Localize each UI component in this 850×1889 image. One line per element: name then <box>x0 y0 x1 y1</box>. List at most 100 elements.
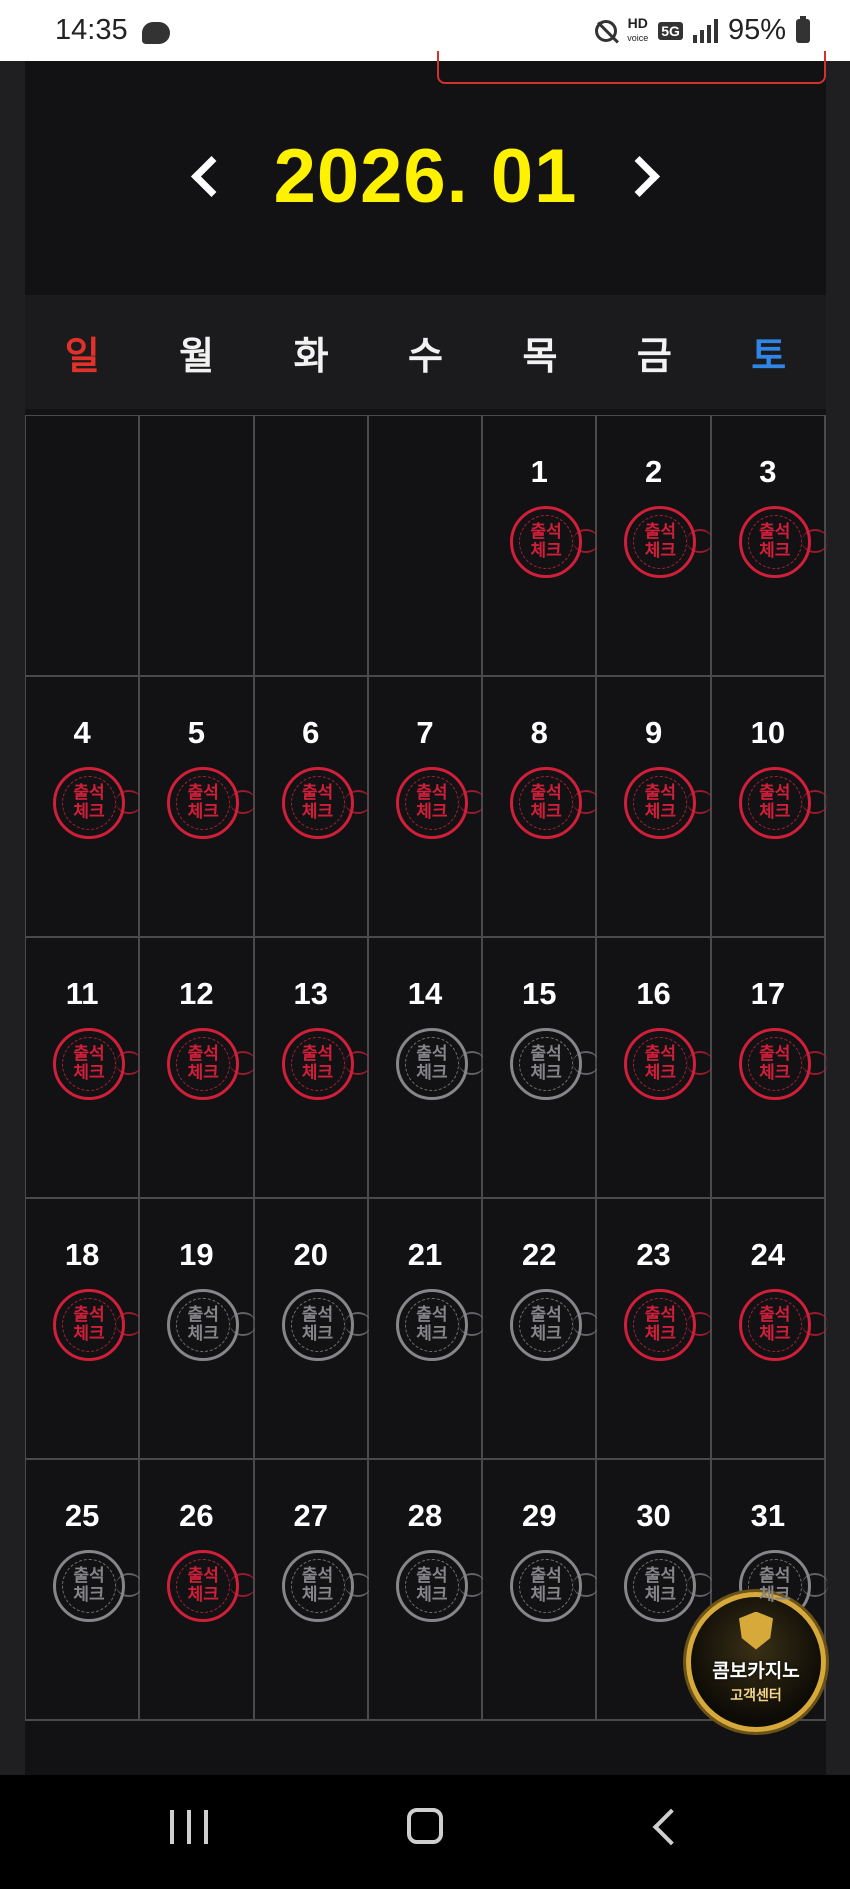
calendar-day-16[interactable]: 16 출석 체크 <box>597 938 714 1199</box>
stamp-text-top: 출석 <box>759 522 791 542</box>
calendar-day-29[interactable]: 29 출석 체크 <box>483 1460 600 1721</box>
calendar-day-25[interactable]: 25 출석 체크 <box>26 1460 142 1721</box>
day-number: 8 <box>530 715 548 750</box>
calendar-day-17[interactable]: 17 출석 체크 <box>711 938 828 1199</box>
stamp-text-bottom: 체크 <box>644 541 677 561</box>
attendance-stamp-checked-icon: 출석 체크 <box>53 1028 142 1100</box>
attendance-stamp-unchecked-icon: 출석 체크 <box>510 1289 600 1361</box>
stamp-text-bottom: 체크 <box>301 1324 334 1344</box>
stamp-text-top: 출석 <box>73 1305 105 1325</box>
calendar-day-8[interactable]: 8 출석 체크 <box>483 677 600 938</box>
stamp-text-top: 출석 <box>530 1044 562 1064</box>
day-number: 6 <box>302 715 320 750</box>
calendar-day-24[interactable]: 24 출석 체크 <box>711 1199 828 1460</box>
stamp-text-top: 출석 <box>187 1044 219 1064</box>
calendar-grid: 1 출석 체크 2 출석 체크 3 출석 체크 4 출석 체크 5 출석 체크 6 출석 체크 7 출석 체크 8 출석 체크… <box>25 415 828 1721</box>
attendance-stamp-checked-icon: 출석 체크 <box>510 767 600 839</box>
calendar-day-28[interactable]: 28 출석 체크 <box>368 1460 485 1721</box>
day-number: 12 <box>179 976 214 1011</box>
calendar-day-26[interactable]: 26 출석 체크 <box>140 1460 257 1721</box>
calendar-day-5[interactable]: 5 출석 체크 <box>140 677 257 938</box>
attendance-calendar: 2026. 01 일 월 화 수 목 금 토 1 출석 체크 2 출석 체크 3 출석 체크 4 출… <box>25 51 828 1775</box>
calendar-day-10[interactable]: 10 출석 체크 <box>711 677 828 938</box>
attendance-stamp-checked-icon: 출석 체크 <box>167 767 257 839</box>
calendar-day-19[interactable]: 19 출석 체크 <box>140 1199 257 1460</box>
stamp-text-top: 출석 <box>530 783 562 803</box>
calendar-day-13[interactable]: 13 출석 체크 <box>254 938 371 1199</box>
recents-icon[interactable] <box>170 1810 208 1844</box>
stamp-text-bottom: 체크 <box>187 1063 219 1083</box>
battery-percent: 95% <box>727 14 786 46</box>
calendar-day-11[interactable]: 11 출석 체크 <box>26 938 142 1199</box>
day-number: 10 <box>750 715 786 750</box>
stamp-text-bottom: 체크 <box>416 1585 448 1605</box>
attendance-stamp-checked-icon: 출석 체크 <box>624 506 714 578</box>
calendar-day-12[interactable]: 12 출석 체크 <box>140 938 257 1199</box>
stamp-text-top: 출석 <box>644 783 677 803</box>
home-icon[interactable] <box>407 1808 443 1844</box>
prev-month-chevron-icon[interactable] <box>190 155 232 197</box>
attendance-stamp-checked-icon: 출석 체크 <box>510 506 600 578</box>
stamp-text-bottom: 체크 <box>73 1063 105 1083</box>
customer-center-badge[interactable]: 콤보카지노 고객센터 <box>686 1592 826 1732</box>
attendance-stamp-checked-icon: 출석 체크 <box>395 767 485 839</box>
stamp-text-top: 출석 <box>530 522 562 542</box>
stamp-text-top: 출석 <box>73 1566 105 1586</box>
weekday-sun: 일 <box>64 333 100 378</box>
badge-subtitle: 고객센터 <box>730 1687 782 1704</box>
day-number: 26 <box>179 1498 214 1533</box>
calendar-day-1[interactable]: 1 출석 체크 <box>483 416 600 677</box>
stamp-text-top: 출석 <box>187 1566 219 1586</box>
weekday-tue: 화 <box>293 333 329 378</box>
calendar-day-14[interactable]: 14 출석 체크 <box>368 938 485 1199</box>
stamp-text-top: 출석 <box>530 1305 562 1325</box>
stamp-text-top: 출석 <box>301 783 334 803</box>
weekday-sat: 토 <box>751 333 787 378</box>
day-number: 24 <box>750 1237 786 1272</box>
stamp-text-top: 출석 <box>187 783 219 803</box>
day-number: 31 <box>750 1498 786 1533</box>
stamp-text-top: 출석 <box>301 1566 334 1586</box>
calendar-empty-cell <box>140 416 255 677</box>
calendar-day-21[interactable]: 21 출석 체크 <box>368 1199 485 1460</box>
chat-notification-icon <box>142 22 170 44</box>
calendar-day-23[interactable]: 23 출석 체크 <box>597 1199 714 1460</box>
calendar-day-9[interactable]: 9 출석 체크 <box>597 677 714 938</box>
calendar-day-22[interactable]: 22 출석 체크 <box>483 1199 600 1460</box>
hd-voice-icon: HD voice <box>627 14 649 43</box>
stamp-text-bottom: 체크 <box>416 1324 448 1344</box>
calendar-day-6[interactable]: 6 출석 체크 <box>254 677 371 938</box>
calendar-day-7[interactable]: 7 출석 체크 <box>368 677 485 938</box>
calendar-day-3[interactable]: 3 출석 체크 <box>711 416 828 677</box>
day-number: 9 <box>644 715 663 750</box>
calendar-day-4[interactable]: 4 출석 체크 <box>26 677 142 938</box>
attendance-stamp-checked-icon: 출석 체크 <box>167 1028 257 1100</box>
stamp-text-bottom: 체크 <box>759 1585 791 1605</box>
attendance-stamp-checked-icon: 출석 체크 <box>738 1289 828 1361</box>
attendance-stamp-checked-icon: 출석 체크 <box>53 1289 142 1361</box>
stamp-text-bottom: 체크 <box>644 802 677 822</box>
stamp-text-bottom: 체크 <box>187 802 219 822</box>
calendar-day-15[interactable]: 15 출석 체크 <box>483 938 600 1199</box>
calendar-day-18[interactable]: 18 출석 체크 <box>26 1199 142 1460</box>
calendar-day-2[interactable]: 2 출석 체크 <box>597 416 714 677</box>
back-icon[interactable] <box>652 1808 690 1846</box>
stamp-text-top: 출석 <box>416 1566 448 1586</box>
stamp-text-bottom: 체크 <box>759 1324 791 1344</box>
stamp-text-top: 출석 <box>644 1044 677 1064</box>
day-number: 4 <box>73 715 91 750</box>
next-month-chevron-icon[interactable] <box>619 155 661 197</box>
status-time: 14:35 <box>55 14 128 46</box>
weekday-fri: 금 <box>636 333 672 378</box>
weekday-mon: 월 <box>179 333 215 378</box>
weekday-thu: 목 <box>522 333 558 378</box>
attendance-stamp-unchecked-icon: 출석 체크 <box>624 1550 714 1622</box>
calendar-day-27[interactable]: 27 출석 체크 <box>254 1460 371 1721</box>
stamp-text-bottom: 체크 <box>301 802 334 822</box>
attendance-stamp-checked-icon: 출석 체크 <box>624 767 714 839</box>
day-number: 7 <box>416 715 434 750</box>
day-number: 3 <box>759 454 777 489</box>
attendance-stamp-checked-icon: 출석 체크 <box>281 1028 371 1100</box>
stamp-text-bottom: 체크 <box>644 1585 677 1605</box>
calendar-day-20[interactable]: 20 출석 체크 <box>254 1199 371 1460</box>
